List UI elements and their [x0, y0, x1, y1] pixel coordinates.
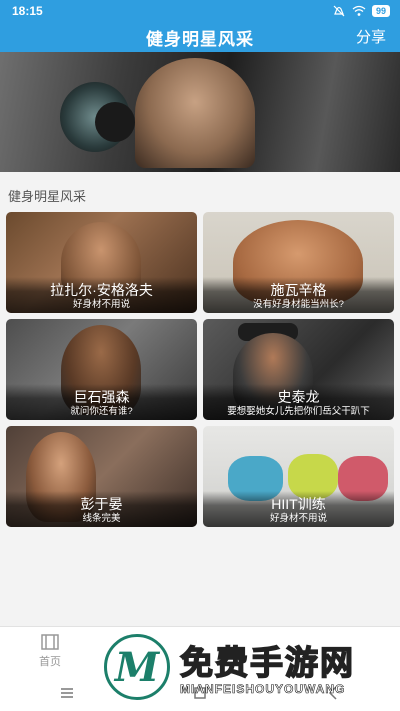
- watermark-logo-letter: M: [114, 643, 160, 691]
- status-time: 18:15: [12, 4, 43, 18]
- nav-item-home[interactable]: 首页: [0, 627, 100, 674]
- card-subtitle: 要想娶她女儿先把你们岳父干趴下: [227, 406, 370, 417]
- card-name: HIIT训练: [271, 496, 326, 512]
- athlete-photo: [135, 58, 255, 168]
- star-grid: 拉扎尔·安格洛夫 好身材不用说 施瓦辛格 没有好身材能当州长? 巨石强森 就问你…: [6, 212, 394, 527]
- menu-icon[interactable]: [59, 685, 75, 701]
- dumbbell-image: [95, 102, 135, 142]
- star-card[interactable]: 史泰龙 要想娶她女儿先把你们岳父干趴下: [203, 319, 394, 420]
- card-name: 拉扎尔·安格洛夫: [50, 282, 153, 298]
- title-bar: 健身明星风采 分享: [0, 22, 400, 52]
- film-icon: [41, 633, 59, 650]
- card-subtitle: 没有好身材能当州长?: [253, 299, 344, 310]
- nav-label-home: 首页: [39, 655, 61, 668]
- star-card[interactable]: 巨石强森 就问你还有谁?: [6, 319, 197, 420]
- status-icons: 99: [332, 5, 390, 17]
- watermark-subtext: MIANFEISHOUYOUWANG: [180, 682, 346, 697]
- card-name: 史泰龙: [277, 389, 320, 405]
- star-card[interactable]: HIIT训练 好身材不用说: [203, 426, 394, 527]
- mute-icon: [333, 5, 345, 17]
- card-name: 施瓦辛格: [270, 282, 327, 298]
- section-title: 健身明星风采: [8, 189, 87, 204]
- card-subtitle: 好身材不用说: [72, 299, 130, 310]
- card-subtitle: 好身材不用说: [269, 513, 327, 524]
- app-header: 18:15 99 健身明星风采 分享: [0, 0, 400, 52]
- star-card[interactable]: 彭于晏 线条完美: [6, 426, 197, 527]
- watermark-logo: M: [104, 634, 170, 700]
- star-card[interactable]: 施瓦辛格 没有好身材能当州长?: [203, 212, 394, 313]
- hero-banner[interactable]: [0, 52, 400, 172]
- page-title: 健身明星风采: [146, 29, 254, 49]
- watermark: M 免费手游网 MIANFEISHOUYOUWANG: [100, 628, 400, 711]
- status-bar: 18:15 99: [0, 0, 400, 22]
- card-name: 彭于晏: [80, 496, 123, 512]
- watermark-text: 免费手游网: [179, 643, 355, 682]
- battery-icon: 99: [371, 5, 390, 17]
- card-subtitle: 线条完美: [82, 513, 121, 524]
- wifi-icon: [352, 5, 366, 16]
- star-card[interactable]: 拉扎尔·安格洛夫 好身材不用说: [6, 212, 197, 313]
- share-button[interactable]: 分享: [356, 26, 386, 47]
- card-name: 巨石强森: [73, 389, 130, 405]
- card-subtitle: 就问你还有谁?: [70, 406, 133, 417]
